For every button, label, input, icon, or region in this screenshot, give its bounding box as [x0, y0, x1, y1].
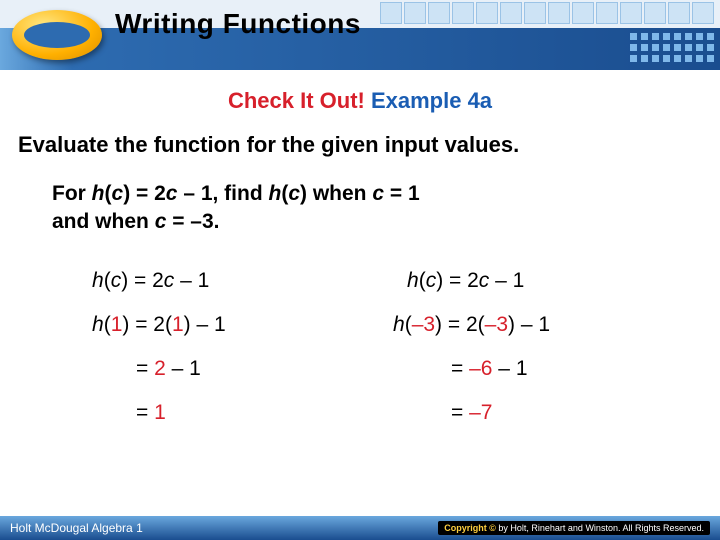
solution-column-2: h(c) = 2c – 1 h(–3) = 2(–3) – 1 = –6 – 1…: [387, 269, 702, 445]
header-decor-squares: [380, 0, 720, 28]
slide-footer: Holt McDougal Algebra 1 Copyright © by H…: [0, 516, 720, 540]
worked-solution: h(c) = 2c – 1 h(1) = 2(1) – 1 = 2 – 1 = …: [52, 269, 702, 445]
col2-step3: = –6 – 1: [407, 357, 702, 381]
logo-oval-icon: [12, 10, 102, 60]
col2-step4: = –7: [407, 401, 702, 425]
col1-step1: h(c) = 2c – 1: [92, 269, 387, 293]
check-it-out-label: Check It Out!: [228, 88, 371, 113]
slide-content: Check It Out! Example 4a Evaluate the fu…: [0, 70, 720, 445]
slide-title: Writing Functions: [115, 8, 361, 40]
problem-statement: For h(c) = 2c – 1, find h(c) when c = 1 …: [52, 180, 702, 237]
col1-step2: h(1) = 2(1) – 1: [92, 313, 387, 337]
col1-step4: = 1: [92, 401, 387, 425]
col2-step2: h(–3) = 2(–3) – 1: [393, 313, 702, 337]
footer-textbook: Holt McDougal Algebra 1: [10, 521, 143, 535]
example-number: Example 4a: [371, 88, 492, 113]
col2-step1: h(c) = 2c – 1: [407, 269, 702, 293]
footer-copyright: Copyright © by Holt, Rinehart and Winsto…: [438, 521, 710, 535]
example-label: Check It Out! Example 4a: [18, 88, 702, 114]
instruction-text: Evaluate the function for the given inpu…: [18, 132, 702, 158]
header-dot-grid: [630, 33, 714, 62]
slide-header: Writing Functions: [0, 0, 720, 70]
solution-column-1: h(c) = 2c – 1 h(1) = 2(1) – 1 = 2 – 1 = …: [52, 269, 387, 445]
col1-step3: = 2 – 1: [92, 357, 387, 381]
